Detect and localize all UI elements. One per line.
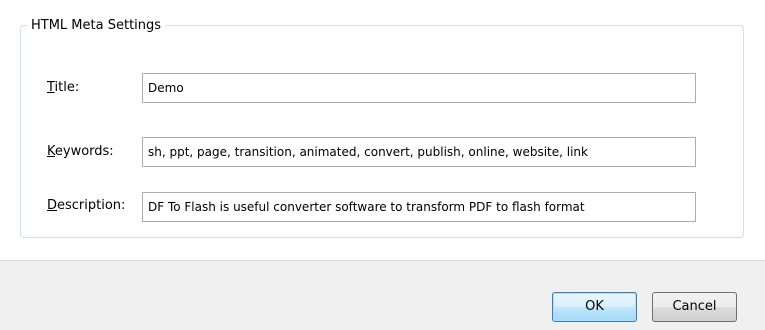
title-label-mnemonic: T bbox=[47, 80, 55, 95]
html-meta-settings-group: HTML Meta Settings Title: Demo Keywords:… bbox=[20, 18, 744, 238]
keywords-label-mnemonic: K bbox=[47, 144, 55, 159]
cancel-button[interactable]: Cancel bbox=[652, 292, 737, 322]
dialog-footer bbox=[0, 260, 765, 330]
keywords-label: Keywords: bbox=[47, 144, 114, 159]
description-label-mnemonic: D bbox=[47, 198, 58, 213]
description-label-text: escription: bbox=[57, 198, 126, 213]
group-legend: HTML Meta Settings bbox=[31, 18, 162, 33]
title-label: Title: bbox=[47, 80, 79, 95]
keywords-label-text: eywords: bbox=[54, 144, 114, 159]
title-label-text: itle: bbox=[54, 80, 80, 95]
keywords-input[interactable]: sh, ppt, page, transition, animated, con… bbox=[142, 137, 696, 167]
description-input[interactable]: DF To Flash is useful converter software… bbox=[142, 192, 696, 222]
title-input[interactable]: Demo bbox=[142, 73, 696, 103]
ok-button[interactable]: OK bbox=[552, 292, 637, 322]
meta-settings-panel: HTML Meta Settings Title: Demo Keywords:… bbox=[0, 0, 765, 260]
description-label: Description: bbox=[47, 198, 125, 213]
